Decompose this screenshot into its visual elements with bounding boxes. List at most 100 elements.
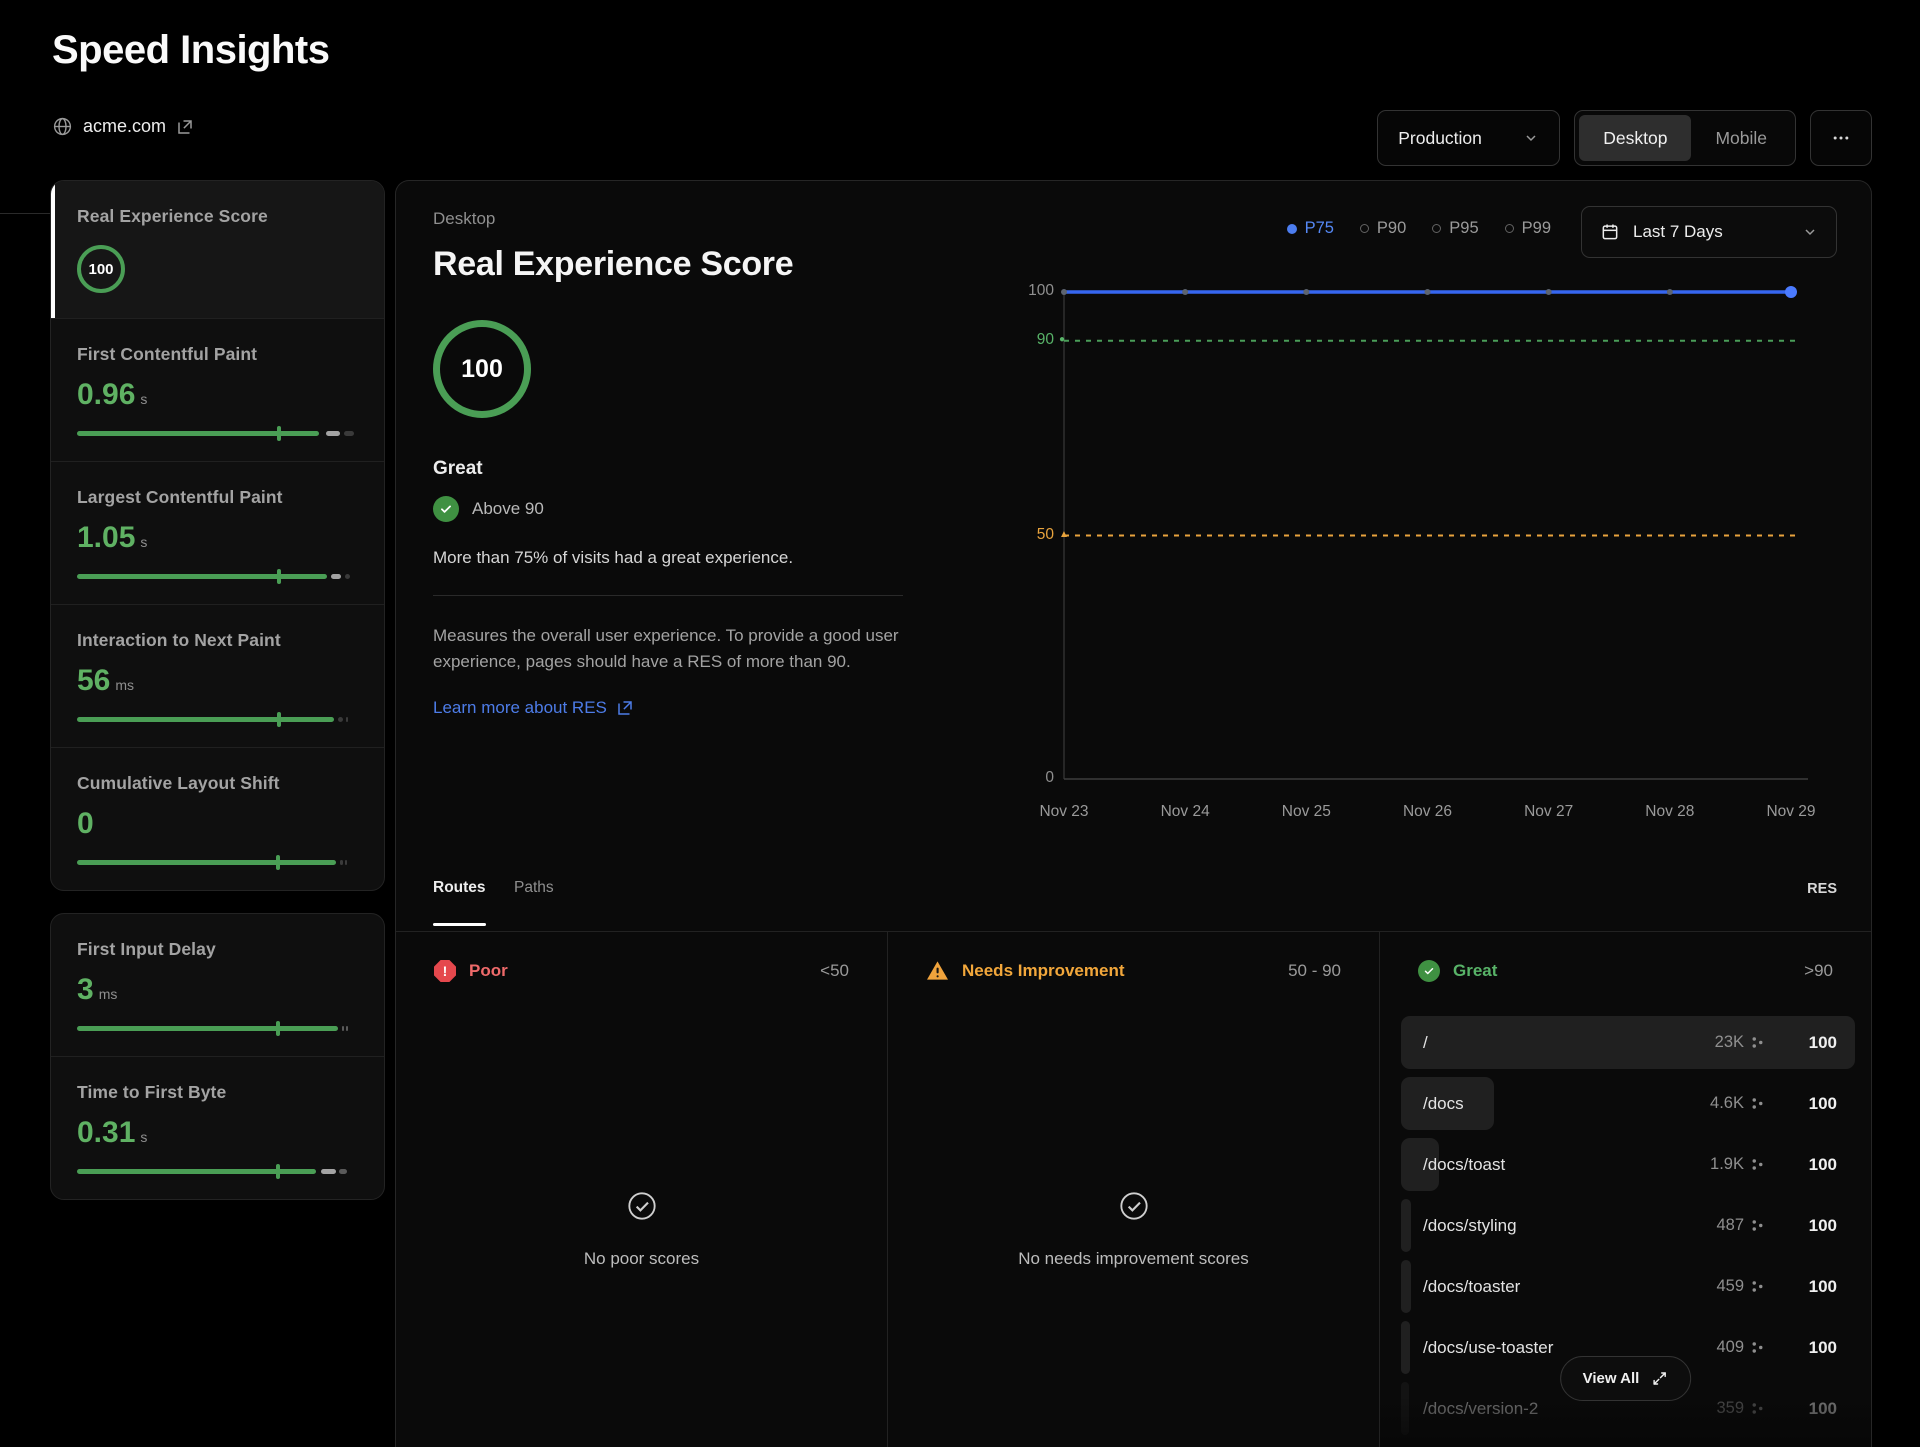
score-columns: ! Poor <50 No poor scores <box>396 932 1871 1447</box>
metric-card-inp[interactable]: Interaction to Next Paint56ms <box>51 604 384 747</box>
great-threshold-marker-icon: ● <box>1059 335 1065 345</box>
more-options-button[interactable] <box>1810 110 1872 166</box>
active-tab-underline <box>433 923 486 926</box>
route-row[interactable]: /docs4.6K100 <box>1401 1077 1855 1130</box>
expand-icon <box>1651 1370 1668 1387</box>
poor-empty-label: No poor scores <box>396 1249 887 1269</box>
bar-marker <box>276 1021 280 1036</box>
bar-segment <box>344 431 354 436</box>
summary-title: Real Experience Score <box>433 245 953 284</box>
metric-card-lcp[interactable]: Largest Contentful Paint1.05s <box>51 461 384 604</box>
site-label: acme.com <box>83 116 166 137</box>
column-great-label: Great <box>1453 961 1497 981</box>
device-toggle-mobile[interactable]: Mobile <box>1691 115 1791 161</box>
bar-marker <box>276 1164 280 1179</box>
view-all-button[interactable]: View All <box>1560 1356 1692 1401</box>
threshold-row: Above 90 <box>433 496 953 522</box>
x-axis-tick: Nov 29 <box>1746 803 1836 821</box>
legend-dot-filled-icon <box>1287 224 1297 234</box>
route-score: 100 <box>1764 1094 1855 1114</box>
metric-card-fid[interactable]: First Input Delay3ms <box>51 914 384 1056</box>
environment-select[interactable]: Production <box>1377 110 1560 166</box>
route-sample-count: 1.9K <box>1710 1155 1744 1174</box>
route-name: /docs/use-toaster <box>1401 1338 1716 1358</box>
check-circle-icon <box>1418 960 1440 982</box>
column-great-header: Great >90 <box>1380 932 1871 982</box>
data-points-icon <box>1751 1341 1764 1354</box>
metric-card-ttfb[interactable]: Time to First Byte 0.31s <box>51 1056 384 1199</box>
metric-label: Time to First Byte <box>77 1082 358 1103</box>
legend-item-p90[interactable]: P90 <box>1360 219 1406 238</box>
learn-more-link[interactable]: Learn more about RES <box>433 698 953 718</box>
metric-label: First Contentful Paint <box>77 344 358 365</box>
bar-marker <box>277 569 281 584</box>
route-score: 100 <box>1764 1033 1855 1053</box>
device-toggle-desktop[interactable]: Desktop <box>1579 115 1691 161</box>
metric-threshold-bar <box>77 1169 358 1174</box>
legend-item-p75[interactable]: P75 <box>1287 219 1334 238</box>
metric-threshold-bar <box>77 574 358 579</box>
route-sample-count: 409 <box>1716 1338 1744 1357</box>
date-range-label: Last 7 Days <box>1633 222 1789 242</box>
learn-more-label: Learn more about RES <box>433 698 607 718</box>
metric-label: Real Experience Score <box>77 206 358 227</box>
metric-score-value: 100 <box>88 261 113 278</box>
chevron-down-icon <box>1802 224 1818 240</box>
rating-label: Great <box>433 458 953 480</box>
metric-value-row: 0.31s <box>77 1116 358 1150</box>
metric-value-row: 0 <box>77 807 358 841</box>
route-row[interactable]: /docs/styling487100 <box>1401 1199 1855 1252</box>
column-poor-range: <50 <box>820 961 849 981</box>
legend-dot-hollow-icon <box>1432 224 1441 233</box>
route-name: / <box>1401 1033 1715 1053</box>
tab-routes[interactable]: Routes <box>433 879 486 897</box>
tab-paths[interactable]: Paths <box>514 879 554 897</box>
legend-item-p99[interactable]: P99 <box>1505 219 1551 238</box>
data-points-icon <box>1751 1219 1764 1232</box>
bar-segment <box>326 431 340 436</box>
metric-card-fcp[interactable]: First Contentful Paint 0.96s <box>51 318 384 461</box>
main-panel: Desktop Real Experience Score 100 Great … <box>395 180 1872 1447</box>
site-link[interactable]: acme.com <box>52 116 194 137</box>
score-value: 100 <box>461 355 503 384</box>
y-axis-tick-0: 0 <box>996 769 1080 787</box>
legend-item-p95[interactable]: P95 <box>1432 219 1478 238</box>
metric-unit: s <box>140 534 147 550</box>
res-chart: 10090●50▲0Nov 23Nov 24Nov 25Nov 26Nov 27… <box>996 271 1873 831</box>
bar-segment <box>342 1026 345 1031</box>
column-needs-improvement: Needs Improvement 50 - 90 No needs impro… <box>887 932 1379 1447</box>
visits-note: More than 75% of visits had a great expe… <box>433 548 953 568</box>
check-circle-outline-icon <box>1118 1190 1150 1222</box>
metric-card-cls[interactable]: Cumulative Layout Shift0 <box>51 747 384 890</box>
metric-unit: ms <box>115 677 134 693</box>
x-axis-tick: Nov 26 <box>1383 803 1473 821</box>
column-ni-range: 50 - 90 <box>1288 961 1341 981</box>
view-all-label: View All <box>1583 1370 1640 1387</box>
data-points-icon <box>1751 1036 1764 1049</box>
y-axis-tick-90: 90● <box>996 331 1080 349</box>
bar-fill <box>77 1169 316 1174</box>
bar-segment <box>345 860 347 865</box>
metric-value: 0.96 <box>77 378 135 412</box>
metric-score-ring: 100 <box>77 245 125 293</box>
x-axis-tick: Nov 27 <box>1504 803 1594 821</box>
route-row[interactable]: /23K100 <box>1401 1016 1855 1069</box>
metric-card-group-2: First Input Delay3ms Time to First Byte 0.… <box>50 913 385 1200</box>
metric-value-row: 0.96s <box>77 378 358 412</box>
tabs-row: Routes Paths RES <box>433 879 1837 931</box>
column-ni-label: Needs Improvement <box>962 961 1125 981</box>
metric-card-res[interactable]: Real Experience Score 100 <box>51 181 384 318</box>
legend-label: P90 <box>1377 219 1406 238</box>
metric-threshold-bar <box>77 860 358 865</box>
bar-fill <box>77 431 319 436</box>
bar-segment <box>321 1169 336 1174</box>
legend-label: P95 <box>1449 219 1478 238</box>
legend-dot-hollow-icon <box>1360 224 1369 233</box>
poor-stop-icon: ! <box>434 960 456 982</box>
route-row[interactable]: /docs/toast1.9K100 <box>1401 1138 1855 1191</box>
warning-triangle-icon <box>926 960 949 981</box>
route-row[interactable]: /docs/toaster459100 <box>1401 1260 1855 1313</box>
x-axis-tick: Nov 28 <box>1625 803 1715 821</box>
date-range-select[interactable]: Last 7 Days <box>1581 206 1837 258</box>
data-points-icon <box>1751 1158 1764 1171</box>
